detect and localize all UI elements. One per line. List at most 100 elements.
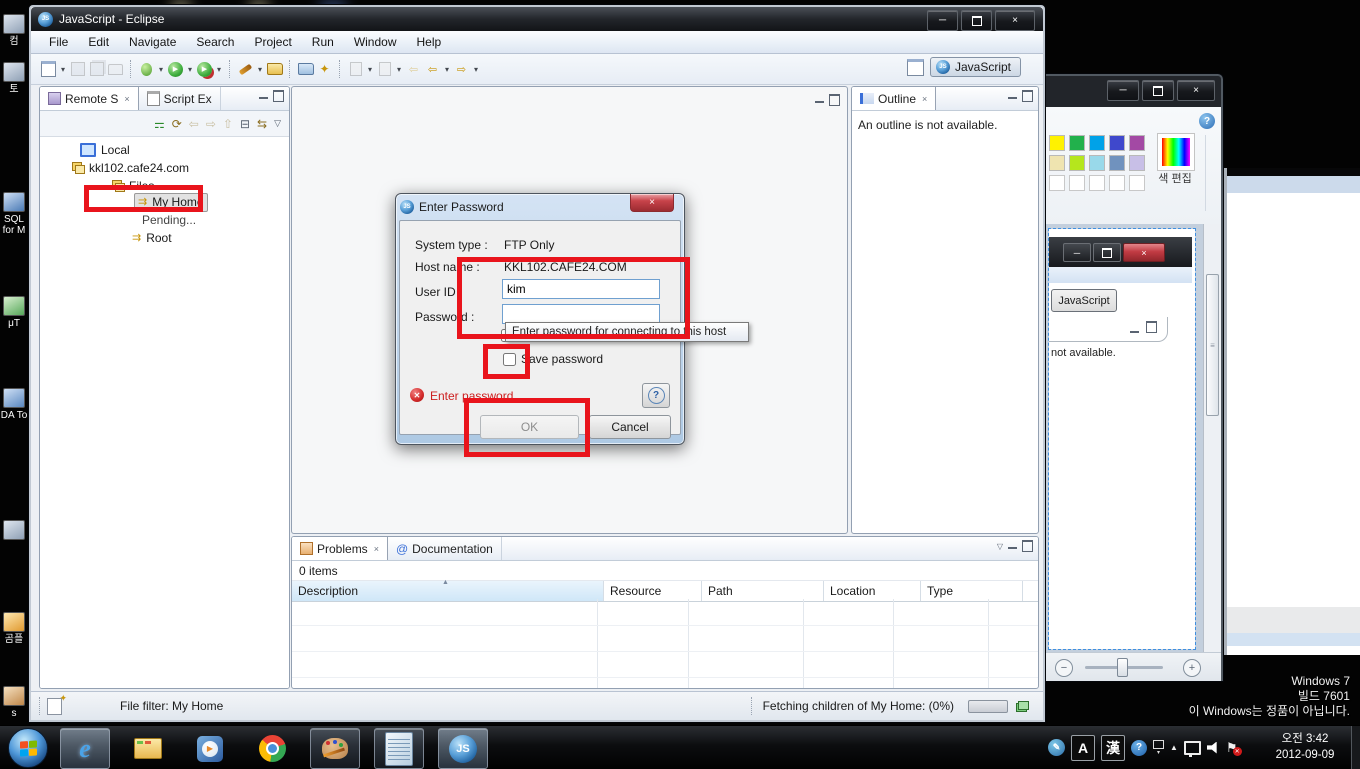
- tab-remote-systems[interactable]: Remote S ×: [40, 87, 139, 110]
- ime-language-icon[interactable]: ✎: [1048, 739, 1065, 756]
- view-maximize-icon[interactable]: [273, 90, 284, 102]
- back-icon[interactable]: ⇦: [189, 117, 199, 131]
- tab-close-icon[interactable]: ×: [374, 544, 379, 554]
- color-swatch[interactable]: [1109, 155, 1125, 171]
- debug-button[interactable]: [137, 59, 156, 80]
- paint-help-icon[interactable]: ?: [1199, 113, 1215, 129]
- taskbar-media-player[interactable]: ▶: [186, 729, 234, 768]
- new-connection-icon[interactable]: ⚎: [154, 117, 165, 131]
- last-edit-dropdown[interactable]: ▾: [365, 65, 375, 74]
- view-minimize-icon[interactable]: [259, 94, 268, 99]
- show-desktop-button[interactable]: [1351, 726, 1360, 769]
- dialog-close-button[interactable]: ×: [630, 194, 674, 212]
- run-dropdown[interactable]: ▾: [185, 65, 195, 74]
- desktop-icon[interactable]: DA To: [0, 388, 28, 421]
- forward-button[interactable]: ⇨: [452, 59, 471, 80]
- paint-canvas[interactable]: ─ × JavaScript not available. ≡: [1043, 224, 1221, 653]
- desktop-icon[interactable]: SQL for M: [0, 192, 28, 236]
- perspective-javascript-button[interactable]: JS JavaScript: [930, 57, 1021, 77]
- color-swatch[interactable]: [1089, 135, 1105, 151]
- tab-script-explorer[interactable]: Script Ex: [139, 87, 221, 110]
- run-external-dropdown[interactable]: ▾: [214, 65, 224, 74]
- save-button[interactable]: [68, 59, 87, 80]
- go-into-button[interactable]: [375, 59, 394, 80]
- menu-project[interactable]: Project: [244, 32, 301, 52]
- tab-problems[interactable]: Problems ×: [292, 537, 388, 560]
- color-swatch[interactable]: [1069, 155, 1085, 171]
- back-button[interactable]: ⇦: [423, 59, 442, 80]
- new-connection-button[interactable]: [296, 59, 315, 80]
- column-description[interactable]: Description ▲: [292, 581, 604, 601]
- zoom-slider-thumb[interactable]: [1117, 658, 1128, 677]
- color-swatch[interactable]: [1109, 135, 1125, 151]
- taskbar-explorer[interactable]: [124, 729, 172, 768]
- print-button[interactable]: [106, 59, 125, 80]
- view-menu-icon[interactable]: ▽: [274, 118, 281, 129]
- taskbar-chrome[interactable]: [248, 729, 296, 768]
- tree-item-local[interactable]: Local: [80, 141, 130, 158]
- taskbar-internet-explorer[interactable]: e: [60, 728, 110, 769]
- column-type[interactable]: Type: [921, 581, 1023, 601]
- dialog-titlebar[interactable]: JS Enter Password: [400, 196, 504, 218]
- view-minimize-icon[interactable]: [1008, 544, 1017, 549]
- view-minimize-icon[interactable]: [815, 98, 824, 103]
- desktop-icon[interactable]: s: [0, 686, 28, 719]
- desktop-icon[interactable]: [0, 520, 28, 542]
- view-maximize-icon[interactable]: [1022, 90, 1033, 102]
- tab-close-icon[interactable]: ×: [124, 94, 129, 104]
- search-button[interactable]: [236, 59, 255, 80]
- last-edit-location-button[interactable]: [346, 59, 365, 80]
- taskbar-clock[interactable]: 오전 3:42 2012-09-09: [1262, 731, 1348, 763]
- minimize-button[interactable]: ─: [927, 10, 958, 31]
- new-wizard-dropdown[interactable]: ▾: [58, 65, 68, 74]
- edit-colors-button[interactable]: [1157, 133, 1195, 171]
- debug-dropdown[interactable]: ▾: [156, 65, 166, 74]
- link-with-editor-icon[interactable]: ⇆: [257, 117, 267, 131]
- view-menu-icon[interactable]: ▽: [997, 542, 1003, 551]
- taskbar-notepad[interactable]: [374, 728, 424, 769]
- maximize-button[interactable]: [961, 10, 992, 31]
- menu-run[interactable]: Run: [302, 32, 344, 52]
- ime-mode-a[interactable]: A: [1071, 735, 1095, 761]
- new-artifact-button[interactable]: ✦: [315, 59, 334, 80]
- new-wizard-button[interactable]: [39, 59, 58, 80]
- zoom-out-button[interactable]: −: [1055, 659, 1073, 677]
- tree-item-root[interactable]: ⇉Root: [132, 229, 172, 246]
- color-swatch[interactable]: [1049, 135, 1065, 151]
- column-location[interactable]: Location: [824, 581, 921, 601]
- taskbar-paint[interactable]: [310, 728, 360, 769]
- color-swatch-empty[interactable]: [1049, 175, 1065, 191]
- menu-help[interactable]: Help: [407, 32, 452, 52]
- paint-minimize-button[interactable]: ─: [1107, 80, 1139, 101]
- run-button[interactable]: ▶: [166, 59, 185, 80]
- color-swatch-empty[interactable]: [1089, 175, 1105, 191]
- color-swatch[interactable]: [1129, 155, 1145, 171]
- tab-documentation[interactable]: @ Documentation: [388, 537, 502, 560]
- network-icon[interactable]: [1184, 741, 1201, 755]
- menu-navigate[interactable]: Navigate: [119, 32, 186, 52]
- save-all-button[interactable]: [87, 59, 106, 80]
- menu-edit[interactable]: Edit: [78, 32, 119, 52]
- tree-item-host[interactable]: kkl102.cafe24.com: [72, 159, 189, 176]
- close-button[interactable]: ×: [995, 10, 1035, 31]
- back-dropdown[interactable]: ▾: [442, 65, 452, 74]
- view-minimize-icon[interactable]: [1008, 94, 1017, 99]
- tab-close-icon[interactable]: ×: [922, 94, 927, 104]
- desktop-icon[interactable]: 컴: [0, 14, 28, 47]
- color-swatch[interactable]: [1049, 155, 1065, 171]
- search-dropdown[interactable]: ▾: [255, 65, 265, 74]
- menu-window[interactable]: Window: [344, 32, 407, 52]
- paint-close-button[interactable]: ×: [1177, 80, 1215, 101]
- column-resource[interactable]: Resource: [604, 581, 702, 601]
- view-maximize-icon[interactable]: [1022, 540, 1033, 552]
- paint-maximize-button[interactable]: [1142, 80, 1174, 101]
- color-swatch[interactable]: [1069, 135, 1085, 151]
- action-center-flag[interactable]: ⚑✕: [1226, 740, 1238, 756]
- back-disabled-button[interactable]: ⇦: [404, 59, 423, 80]
- menu-search[interactable]: Search: [186, 32, 244, 52]
- start-button[interactable]: [8, 728, 48, 768]
- view-maximize-icon[interactable]: [829, 94, 840, 106]
- color-swatch-empty[interactable]: [1109, 175, 1125, 191]
- eclipse-titlebar[interactable]: JS JavaScript - Eclipse ─ ×: [31, 7, 1043, 31]
- scrollbar-thumb[interactable]: ≡: [1206, 274, 1219, 416]
